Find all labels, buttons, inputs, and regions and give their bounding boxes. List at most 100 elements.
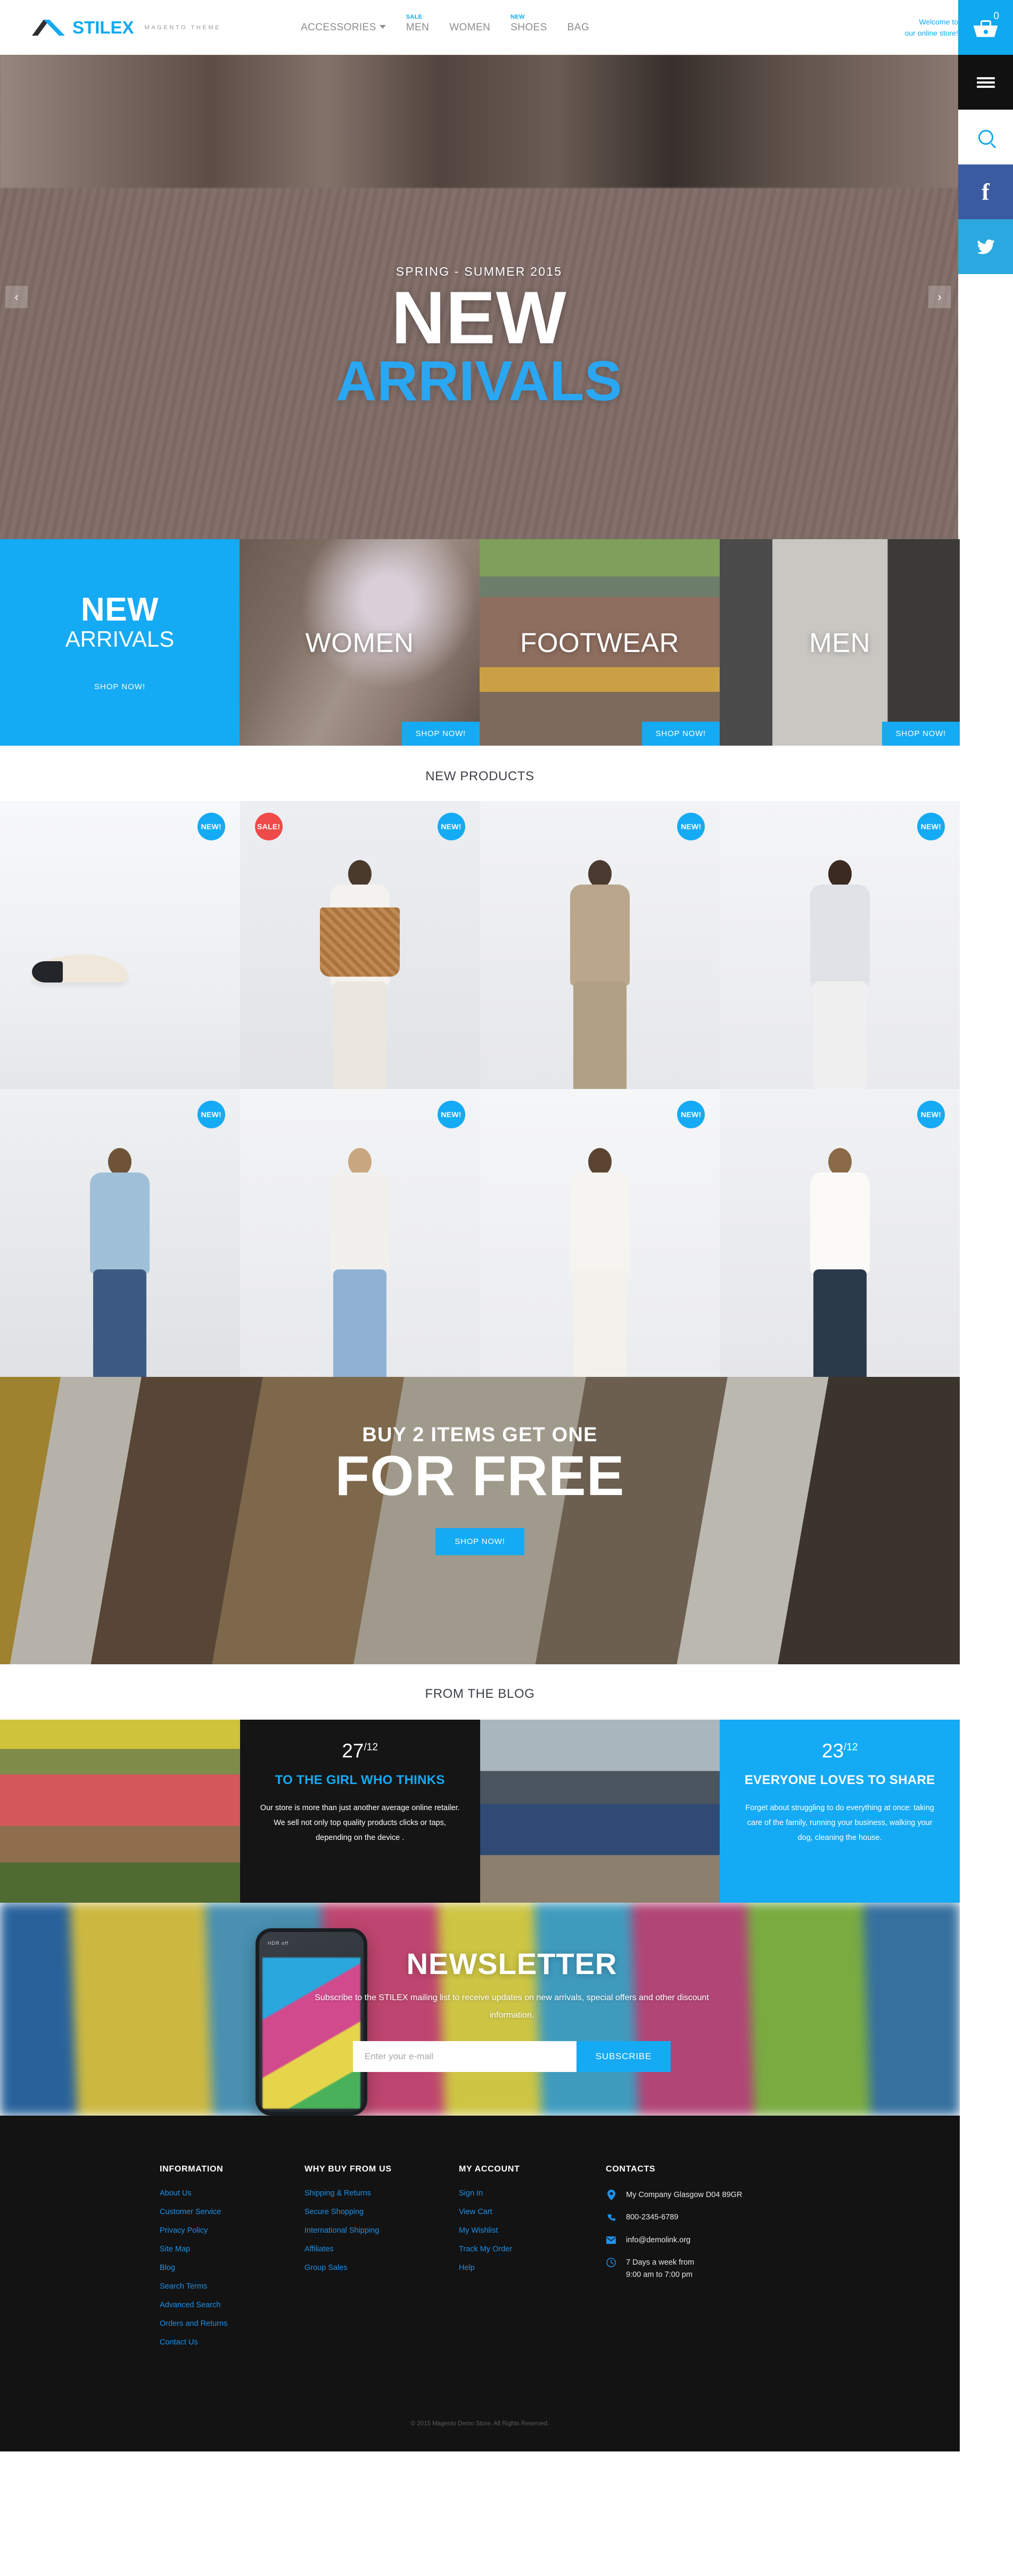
nav-item-shoes[interactable]: NEW SHOES: [510, 14, 547, 34]
menu-toggle-button[interactable]: [958, 55, 1013, 110]
category-subtitle: ARRIVALS: [65, 626, 175, 652]
nav-item-women[interactable]: WOMEN: [449, 22, 490, 34]
hero-slider[interactable]: SPRING - SUMMER 2015 NEW ARRIVALS ‹ ›: [0, 55, 958, 539]
footer-link-view-cart[interactable]: View Cart: [459, 2208, 606, 2216]
product-card[interactable]: NEW!: [720, 1089, 960, 1377]
contact-hours-text: 7 Days a week from 9:00 am to 7:00 pm: [626, 2258, 695, 2279]
nav-badge-new: NEW: [510, 13, 525, 20]
category-shop-now-button[interactable]: SHOP NOW!: [401, 722, 480, 746]
footer-link-orders-and-returns[interactable]: Orders and Returns: [160, 2319, 304, 2328]
category-tile-women[interactable]: WOMEN SHOP NOW!: [240, 539, 480, 746]
contact-email-text[interactable]: info@demolink.org: [626, 2234, 690, 2246]
contact-address-text: My Company Glasgow D04 89GR: [626, 2191, 743, 2199]
search-button[interactable]: [958, 110, 1013, 164]
category-shop-now-button[interactable]: SHOP NOW!: [641, 722, 720, 746]
logo[interactable]: STILEX MAGENTO THEME: [32, 19, 221, 36]
chevron-down-icon: [379, 25, 386, 29]
footer-link-sign-in[interactable]: Sign In: [459, 2189, 606, 2198]
product-bag-shape: [320, 907, 400, 977]
logo-text: STILEX: [72, 18, 134, 37]
footer-link-track-my-order[interactable]: Track My Order: [459, 2245, 606, 2253]
footer-link-shipping-returns[interactable]: Shipping & Returns: [304, 2189, 459, 2198]
category-tile-footwear[interactable]: FOOTWEAR SHOP NOW!: [480, 539, 720, 746]
blog-post-image-1[interactable]: [0, 1720, 240, 1903]
footer-columns: INFORMATION About Us Customer Service Pr…: [0, 2165, 960, 2357]
product-card[interactable]: NEW!: [240, 1089, 480, 1377]
footer-link-advanced-search[interactable]: Advanced Search: [160, 2301, 304, 2309]
category-title: MEN: [809, 627, 870, 658]
twitter-link[interactable]: [958, 219, 1013, 274]
blog-post-card-1[interactable]: 27/12 TO THE GIRL WHO THINKS Our store i…: [240, 1720, 480, 1903]
blog-post-image-2[interactable]: [480, 1720, 720, 1903]
product-badge-new: NEW!: [197, 813, 225, 840]
category-shop-now-link[interactable]: SHOP NOW!: [94, 682, 145, 691]
footer-link-blog[interactable]: Blog: [160, 2264, 304, 2272]
product-card[interactable]: NEW!: [480, 1089, 720, 1377]
footer-link-customer-service[interactable]: Customer Service: [160, 2208, 304, 2216]
product-model-shape: [80, 1148, 160, 1377]
category-shop-now-button[interactable]: SHOP NOW!: [882, 722, 960, 746]
product-card[interactable]: NEW!: [0, 801, 240, 1089]
footer-link-affiliates[interactable]: Affiliates: [304, 2245, 459, 2253]
hamburger-menu-icon: [976, 75, 995, 90]
footer-link-about-us[interactable]: About Us: [160, 2189, 304, 2198]
category-tile-men[interactable]: MEN SHOP NOW!: [720, 539, 960, 746]
blog-post-title-1[interactable]: TO THE GIRL WHO THINKS: [259, 1772, 461, 1789]
page-root: 0 f STILEX MAGENTO THEME ACCESSORIES SAL…: [0, 0, 1013, 2451]
blog-post-excerpt-1: Our store is more than just another aver…: [260, 1803, 460, 1843]
main-nav: ACCESSORIES SALE MEN WOMEN NEW SHOES BAG: [301, 14, 589, 34]
nav-label: SHOES: [510, 21, 547, 33]
footer-link-privacy-policy[interactable]: Privacy Policy: [160, 2226, 304, 2235]
newsletter-section: HDR off NEWSLETTER Subscribe to the STIL…: [0, 1903, 960, 2116]
hero-caption: SPRING - SUMMER 2015 NEW ARRIVALS: [0, 265, 958, 409]
promo-line-1: BUY 2 ITEMS GET ONE: [362, 1424, 598, 1446]
blog-post-date-1: 27/12: [259, 1741, 461, 1761]
phone-hdr-label: HDR off: [268, 1941, 289, 1946]
footer-column-heading: WHY BUY FROM US: [304, 2165, 392, 2174]
footer-column-why-buy-from-us: WHY BUY FROM US Shipping & Returns Secur…: [304, 2165, 459, 2357]
footer-link-site-map[interactable]: Site Map: [160, 2245, 304, 2253]
nav-item-bag[interactable]: BAG: [567, 22, 589, 34]
facebook-icon: f: [982, 178, 990, 205]
product-model-shape: [800, 1148, 880, 1377]
hero-prev-button[interactable]: ‹: [5, 286, 28, 308]
facebook-link[interactable]: f: [958, 164, 1013, 219]
footer-link-group-sales[interactable]: Group Sales: [304, 2264, 459, 2272]
hero-street-scene: [0, 55, 958, 188]
cart-button[interactable]: 0: [958, 0, 1013, 55]
contact-phone-text: 800-2345-6789: [626, 2213, 679, 2222]
blog-post-card-2[interactable]: 23/12 EVERYONE LOVES TO SHARE Forget abo…: [720, 1720, 960, 1903]
nav-label: MEN: [406, 21, 430, 33]
phone-icon: [606, 2211, 616, 2223]
footer-link-search-terms[interactable]: Search Terms: [160, 2282, 304, 2291]
product-card[interactable]: SALE! NEW!: [240, 801, 480, 1089]
product-card[interactable]: NEW!: [480, 801, 720, 1089]
footer-link-contact-us[interactable]: Contact Us: [160, 2338, 304, 2347]
footer-link-secure-shopping[interactable]: Secure Shopping: [304, 2208, 459, 2216]
footer-link-international-shipping[interactable]: International Shipping: [304, 2226, 459, 2235]
footer-link-help[interactable]: Help: [459, 2264, 606, 2272]
logo-chevron-icon: [32, 19, 65, 36]
product-card[interactable]: NEW!: [0, 1089, 240, 1377]
promo-banner[interactable]: BUY 2 ITEMS GET ONE FOR FREE SHOP NOW!: [0, 1377, 960, 1664]
product-card[interactable]: NEW!: [720, 801, 960, 1089]
welcome-line-2: our online store!: [904, 28, 958, 37]
newsletter-content: NEWSLETTER Subscribe to the STILEX maili…: [294, 1946, 730, 2073]
footer-link-my-wishlist[interactable]: My Wishlist: [459, 2226, 606, 2235]
nav-item-men[interactable]: SALE MEN: [406, 14, 430, 34]
nav-badge-sale: SALE: [406, 13, 423, 20]
blog-date-day: 27: [342, 1740, 364, 1762]
category-tile-new-arrivals[interactable]: NEW ARRIVALS SHOP NOW!: [0, 539, 240, 746]
nav-label: WOMEN: [449, 21, 491, 33]
newsletter-email-input[interactable]: [352, 2041, 576, 2073]
nav-item-accessories[interactable]: ACCESSORIES: [301, 22, 386, 34]
blog-date-day: 23: [821, 1740, 844, 1762]
footer-column-heading: CONTACTS: [606, 2165, 656, 2174]
category-title: NEW: [80, 591, 159, 629]
contact-address-row: My Company Glasgow D04 89GR: [606, 2189, 829, 2201]
product-badge-new: NEW!: [677, 813, 705, 840]
blog-post-title-2[interactable]: EVERYONE LOVES TO SHARE: [739, 1772, 941, 1789]
hero-next-button[interactable]: ›: [928, 286, 951, 308]
newsletter-subscribe-button[interactable]: SUBSCRIBE: [576, 2041, 671, 2073]
promo-shop-now-button[interactable]: SHOP NOW!: [435, 1528, 524, 1556]
